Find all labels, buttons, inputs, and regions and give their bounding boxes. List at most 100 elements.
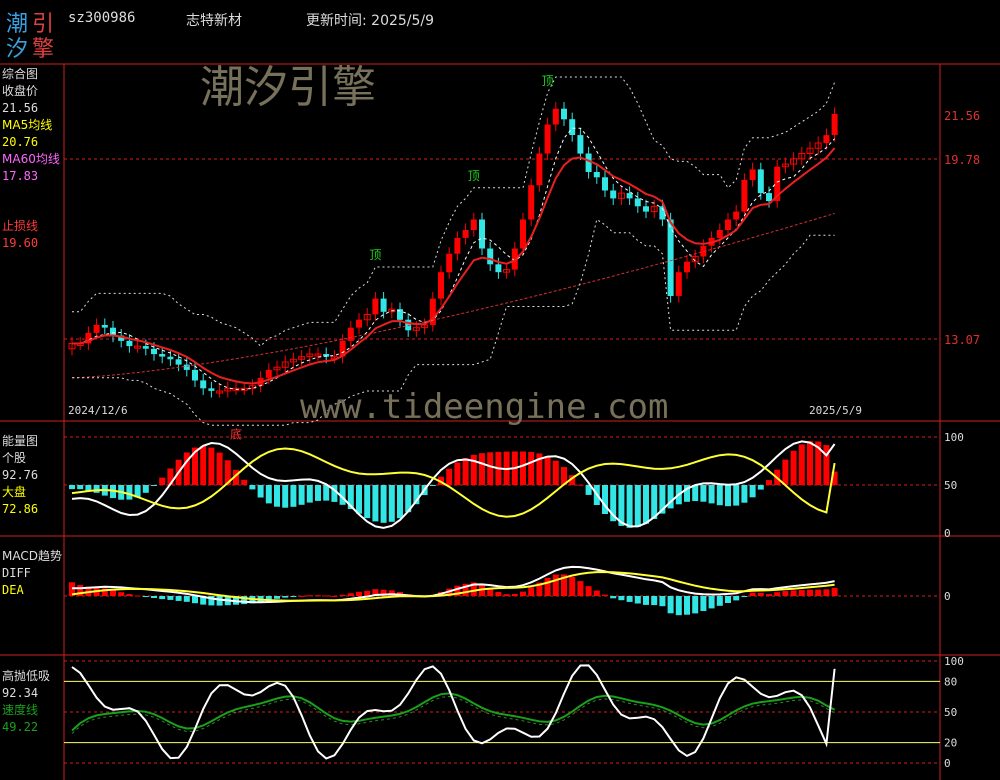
energy-bar-3 <box>93 485 100 493</box>
macd-bar-15 <box>192 596 198 604</box>
macd-bar-66 <box>610 596 617 599</box>
energy-bar-59 <box>552 460 559 485</box>
candle-47 <box>454 237 461 254</box>
price-tick-2: 13.07 <box>944 333 980 347</box>
candle-48 <box>462 230 469 238</box>
macd-bar-11 <box>159 596 166 600</box>
energy-bar-58 <box>544 456 551 485</box>
energy-bar-29 <box>306 485 313 503</box>
hilo-value: 92.34 <box>2 686 39 700</box>
macd-bar-6 <box>118 592 125 596</box>
macd-bar-53 <box>503 594 510 596</box>
energy-bar-65 <box>602 485 608 514</box>
macd-bar-5 <box>110 590 116 596</box>
energy-bar-48 <box>462 457 469 485</box>
macd-bar-76 <box>692 596 699 614</box>
candle-12 <box>167 356 174 360</box>
candle-56 <box>528 185 535 220</box>
price-tick-1: 19.78 <box>944 153 980 167</box>
candle-79 <box>716 230 723 238</box>
macd-bar-84 <box>757 592 764 596</box>
energy-bar-27 <box>290 485 297 507</box>
candle-66 <box>610 190 617 199</box>
energy-bar-84 <box>757 485 764 490</box>
candle-64 <box>593 172 600 178</box>
candle-13 <box>175 359 182 365</box>
energy-bar-30 <box>315 485 321 501</box>
macd-bar-82 <box>741 596 748 597</box>
candle-80 <box>725 219 731 231</box>
candle-34 <box>347 327 354 341</box>
energy-bar-31 <box>323 485 330 501</box>
energy-bar-35 <box>356 485 362 514</box>
macd-bar-86 <box>774 592 781 596</box>
stop-label: 止损线 <box>2 219 39 233</box>
macd-bar-52 <box>495 591 502 596</box>
candle-93 <box>831 113 838 135</box>
energy-bar-70 <box>643 485 649 524</box>
energy-bar-11 <box>159 477 166 485</box>
candle-85 <box>766 193 772 201</box>
energy-bar-7 <box>126 485 133 500</box>
macd-bar-83 <box>749 592 756 596</box>
macd-bar-91 <box>815 589 822 596</box>
energy-bar-82 <box>741 485 748 503</box>
signal-mark-3: 底 <box>230 426 242 441</box>
energy-bar-76 <box>692 485 699 501</box>
energy-bar-18 <box>216 452 223 485</box>
trend-line <box>72 147 836 385</box>
macd-bar-80 <box>725 596 731 603</box>
energy-bar-40 <box>397 485 403 519</box>
candle-15 <box>192 369 198 381</box>
candle-61 <box>569 119 576 135</box>
candle-62 <box>577 135 584 154</box>
macd-bar-55 <box>520 591 526 596</box>
speed-value: 49.22 <box>2 720 39 734</box>
panel1-title: 综合图 <box>2 67 39 81</box>
candle-17 <box>208 388 215 391</box>
macd-bar-61 <box>569 576 576 596</box>
chart-stage: 潮 引 汐 擎 sz300986 志特新材 更新时间: 2025/5/9 潮汐引… <box>0 0 1000 780</box>
date-start: 2024/12/6 <box>68 404 128 417</box>
energy-bar-51 <box>487 452 494 485</box>
macd-bar-90 <box>807 589 813 596</box>
stop-value: 19.60 <box>2 236 39 250</box>
energy-bar-17 <box>208 447 215 485</box>
macd-bar-58 <box>544 577 551 596</box>
macd-bar-9 <box>142 596 149 597</box>
close-label: 收盘价 <box>2 84 39 98</box>
macd-bar-67 <box>618 596 625 601</box>
candle-75 <box>684 261 690 273</box>
macd-bar-7 <box>126 594 133 596</box>
energy-bar-81 <box>733 485 740 506</box>
macd-bar-93 <box>831 587 838 596</box>
candle-81 <box>733 211 740 220</box>
energy-bar-23 <box>257 485 264 498</box>
macd-bar-92 <box>823 589 830 596</box>
macd-bar-64 <box>593 590 600 596</box>
energy-bar-46 <box>446 468 453 485</box>
candle-11 <box>159 354 166 357</box>
candle-83 <box>749 169 756 180</box>
candle-35 <box>356 319 362 328</box>
ma5-label: MA5均线 <box>2 118 53 132</box>
panel2-title: 能量图 <box>2 434 39 448</box>
candle-5 <box>110 327 116 336</box>
macd-bar-62 <box>577 581 584 596</box>
watermark-url: www.tideengine.com <box>300 387 668 427</box>
macd-bar-27 <box>290 596 297 597</box>
macd-bar-68 <box>626 596 633 602</box>
energy-bar-0 <box>69 485 75 490</box>
candle-10 <box>151 348 157 355</box>
energy-bar-26 <box>282 485 289 508</box>
energy-bar-25 <box>274 485 280 507</box>
candle-92 <box>823 135 830 143</box>
candle-45 <box>438 272 444 299</box>
stock-energy-label: 个股 <box>2 451 27 465</box>
stock-energy-value: 92.76 <box>2 468 39 482</box>
energy-bar-37 <box>372 485 379 522</box>
macd-tick-0: 0 <box>944 590 951 603</box>
macd-bar-29 <box>306 595 313 597</box>
macd-bar-89 <box>798 590 805 596</box>
energy-bar-36 <box>364 485 371 519</box>
